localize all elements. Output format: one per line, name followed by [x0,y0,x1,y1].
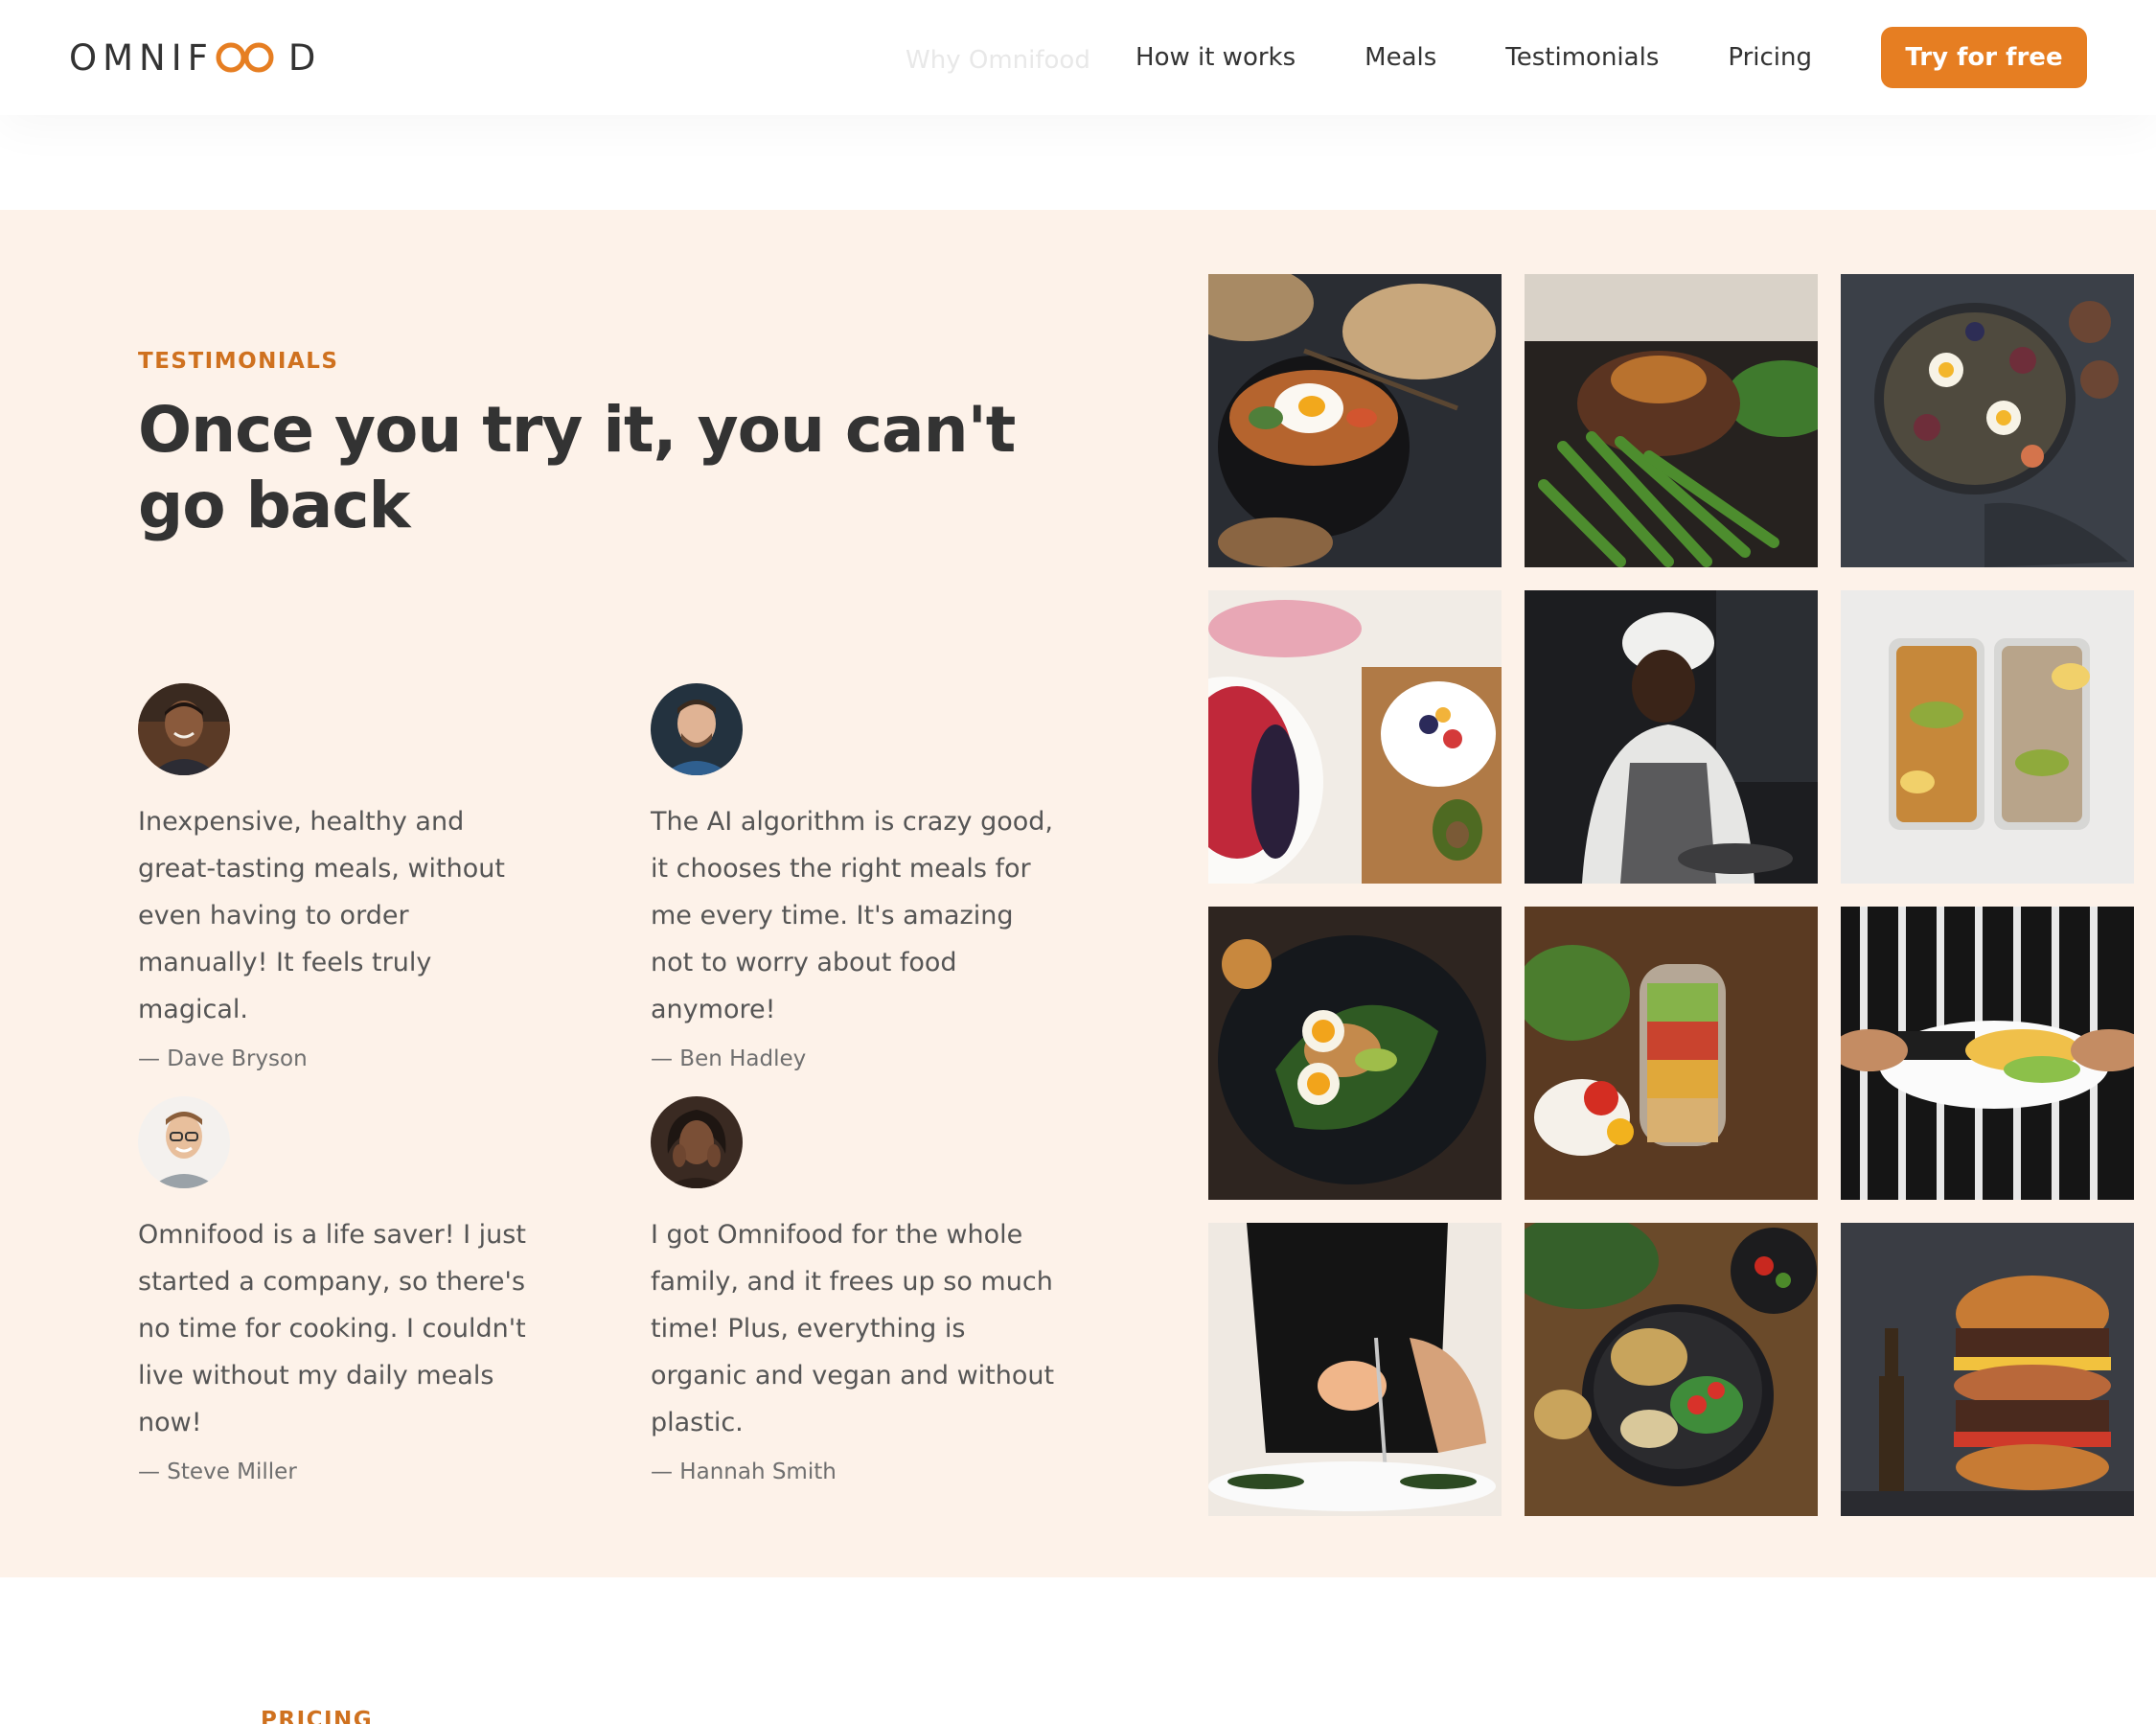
meal-prep-containers-photo [1841,590,2134,884]
egg-avocado-toast-photo [1208,907,1502,1200]
testimonial-author: — Dave Bryson [138,1046,308,1071]
logo-text-end: D [287,36,322,79]
testimonial-quote: The AI algorithm is crazy good, it choos… [651,807,1053,1024]
try-for-free-button[interactable]: Try for free [1881,27,2087,88]
pricing-subheading: PRICING [261,1708,374,1724]
avatar [138,1096,230,1188]
testimonial-quote: Inexpensive, healthy and great-tasting m… [138,807,505,1024]
infinity-logo-icon [216,42,274,73]
chef-plating-photo [1208,1223,1502,1516]
testimonial-quote: Omnifood is a life saver! I just started… [138,1220,526,1437]
avatar [138,683,230,775]
nav-link-why-omnifood[interactable]: Why Omnifood [906,46,1090,75]
testimonial-card: Inexpensive, healthy and great-tasting m… [138,683,588,1071]
testimonial-author: — Ben Hadley [651,1046,807,1071]
bibimbap-bowl-photo [1208,274,1502,567]
testimonial-card: The AI algorithm is crazy good, it choos… [651,683,1101,1071]
logo-text-start: OMNIF [69,36,214,79]
site-header: OMNIF D Why Omnifood How it works Meals … [0,0,2156,115]
fruit-board-photo [1208,590,1502,884]
eggs-figs-platter-photo [1841,274,2134,567]
nav-link-testimonials[interactable]: Testimonials [1505,43,1659,72]
section-subheading: Testimonials [138,349,339,374]
testimonial-author: — Hannah Smith [651,1460,837,1484]
plated-dish-chef-photo [1841,907,2134,1200]
meal-gallery [1208,274,2134,1516]
testimonial-author: — Steve Miller [138,1460,297,1484]
testimonial-card: I got Omnifood for the whole family, and… [651,1096,1101,1484]
salad-jar-photo [1525,907,1818,1200]
burger-photo [1841,1223,2134,1516]
main-nav: Why Omnifood How it works Meals Testimon… [906,27,2087,88]
testimonial-quote: I got Omnifood for the whole family, and… [651,1220,1055,1437]
testimonials-section: Testimonials Once you try it, you can't … [0,210,2156,1577]
avatar [651,1096,743,1188]
nav-link-how-it-works[interactable]: How it works [1135,43,1296,72]
testimonial-card: Omnifood is a life saver! I just started… [138,1096,588,1484]
chef-cooking-photo [1525,590,1818,884]
omnifood-logo[interactable]: OMNIF D [69,36,321,79]
avatar [651,683,743,775]
section-heading: Once you try it, you can't go back [138,393,1016,543]
grain-bowl-photo [1525,1223,1818,1516]
nav-link-pricing[interactable]: Pricing [1728,43,1812,72]
steak-green-beans-photo [1525,274,1818,567]
nav-link-meals[interactable]: Meals [1365,43,1436,72]
